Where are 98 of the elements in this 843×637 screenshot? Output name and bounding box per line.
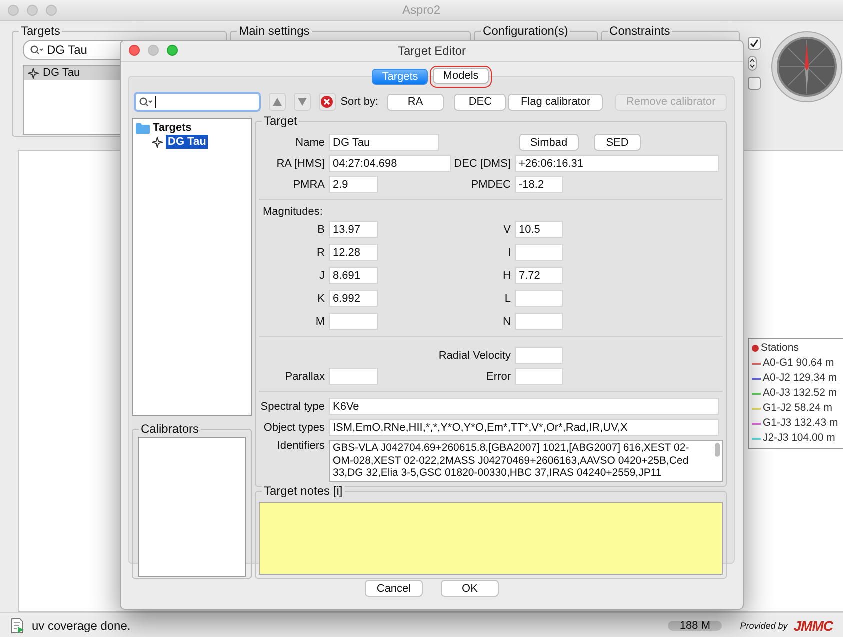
- field-label: DEC [DMS]: [453, 158, 512, 170]
- text-field[interactable]: [515, 313, 563, 330]
- logo[interactable]: JMMC: [794, 618, 833, 634]
- text-field[interactable]: [329, 368, 378, 385]
- provided-by-text: Provided by: [740, 620, 788, 630]
- legend-label: G1-J3 132.43 m: [763, 416, 838, 431]
- panel-title: Target notes [i]: [262, 484, 345, 498]
- legend-title: Stations: [761, 341, 799, 356]
- notes-field[interactable]: [259, 502, 723, 575]
- field-label: J: [318, 270, 326, 282]
- section-label: Magnitudes:: [262, 206, 324, 218]
- zoom-button[interactable]: [46, 5, 57, 16]
- panel-title: Target: [262, 114, 300, 128]
- field-label: L: [504, 292, 512, 304]
- field-label: H: [502, 270, 512, 282]
- panel-title: Targets: [19, 24, 62, 38]
- field-label: Object types: [262, 422, 326, 434]
- text-field[interactable]: 6.992: [329, 290, 378, 307]
- minimize-button[interactable]: [148, 45, 159, 56]
- field-label: Spectral type: [260, 400, 326, 412]
- down-triangle-icon: [296, 97, 308, 107]
- search-field[interactable]: [134, 92, 261, 112]
- close-circle-icon: [321, 96, 334, 108]
- lookup-button[interactable]: Simbad: [519, 134, 579, 151]
- document-icon: [10, 618, 26, 634]
- status-message: uv coverage done.: [32, 618, 131, 632]
- panel-title: Main settings: [237, 24, 312, 38]
- text-field[interactable]: K6Ve: [329, 398, 719, 415]
- text-field[interactable]: [515, 368, 563, 385]
- text-field[interactable]: +26:06:16.31: [515, 155, 719, 172]
- move-down-button[interactable]: [294, 93, 311, 111]
- text-field[interactable]: 10.5: [515, 221, 563, 238]
- legend-label: A0-J3 132.52 m: [763, 386, 838, 401]
- text-field[interactable]: 7.72: [515, 267, 563, 284]
- legend-label: G1-J2 58.24 m: [763, 401, 832, 416]
- text-field[interactable]: 13.97: [329, 221, 378, 238]
- text-field[interactable]: 2.9: [329, 176, 378, 193]
- panel-title: Configuration(s): [481, 24, 570, 38]
- text-field[interactable]: -18.2: [515, 176, 563, 193]
- field-label: V: [502, 224, 512, 236]
- tree-item[interactable]: Targets: [153, 121, 192, 135]
- field-label: Radial Velocity: [438, 350, 512, 362]
- spinner-icon[interactable]: [748, 56, 757, 71]
- close-button[interactable]: [129, 45, 140, 56]
- legend-label: A0-J2 129.34 m: [763, 371, 838, 386]
- field-label: B: [316, 224, 326, 236]
- text-field[interactable]: [515, 244, 563, 261]
- search-icon: [30, 45, 44, 55]
- up-triangle-icon: [272, 97, 283, 107]
- dialog-button[interactable]: OK: [441, 580, 499, 597]
- search-icon: [139, 97, 153, 107]
- dialog-title: Target Editor: [398, 44, 466, 58]
- tree-item[interactable]: DG Tau: [166, 135, 208, 149]
- checkbox[interactable]: [748, 37, 761, 50]
- text-field[interactable]: ISM,EmO,RNe,HII,*,*,Y*O,Y*O,Em*,TT*,V*,Or*,Rad,IR,UV,X: [329, 419, 719, 436]
- toolbar-button[interactable]: Flag calibrator: [508, 94, 604, 110]
- field-label: Parallax: [284, 370, 326, 382]
- field-label: Error: [486, 370, 512, 382]
- star-icon: [28, 68, 39, 78]
- field-label: PMRA: [292, 178, 326, 190]
- text-field[interactable]: DG Tau: [329, 134, 439, 151]
- tab[interactable]: Models: [433, 68, 489, 84]
- checkbox[interactable]: [748, 77, 761, 90]
- text-field[interactable]: [515, 347, 563, 364]
- move-up-button[interactable]: [268, 93, 286, 111]
- text-field[interactable]: [329, 313, 378, 330]
- lookup-button[interactable]: SED: [594, 134, 641, 151]
- sort-label: Sort by:: [340, 96, 379, 108]
- legend-label: J2-J3 104.00 m: [763, 431, 836, 446]
- star-icon: [152, 136, 163, 148]
- toolbar-button[interactable]: DEC: [454, 94, 506, 110]
- field-label: RA [HMS]: [276, 158, 326, 170]
- station-dot-icon: [752, 345, 759, 352]
- memory-bar[interactable]: 188 M: [668, 620, 722, 630]
- field-label: M: [314, 316, 326, 328]
- toolbar-button[interactable]: RA: [386, 94, 444, 110]
- field-label: I: [506, 246, 512, 258]
- text-field[interactable]: 8.691: [329, 267, 378, 284]
- text-field[interactable]: [515, 290, 563, 307]
- dialog-button[interactable]: Cancel: [365, 580, 423, 597]
- identifiers-field[interactable]: GBS-VLA J042704.69+260615.8,[GBA2007] 1021,[ABG2007] 616,XEST 02-OM-028,XEST 02-022,2MASS J04270469+2606163,AAVSO 0420+25B,Ced 33,DG 32,Elia 3-5,GSC 01820-00330,HBC 37,IRAS 04240+2559,JP11: [329, 440, 723, 482]
- panel-title: Calibrators: [139, 422, 202, 436]
- field-label: Name: [294, 136, 326, 148]
- minimize-button[interactable]: [27, 5, 38, 16]
- folder-icon: [136, 122, 150, 134]
- text-field[interactable]: 04:27:04.698: [329, 155, 451, 172]
- legend-label: A0-G1 90.64 m: [763, 356, 834, 371]
- panel-title: Constraints: [608, 24, 672, 38]
- delete-button[interactable]: [318, 93, 336, 111]
- zoom-button[interactable]: [167, 45, 178, 56]
- field-label: K: [316, 292, 326, 304]
- close-button[interactable]: [8, 5, 19, 16]
- field-label: R: [316, 246, 326, 258]
- field-label: PMDEC: [470, 178, 512, 190]
- field-label: Identifiers: [276, 440, 326, 452]
- window-title: Aspro2: [402, 3, 441, 17]
- text-field[interactable]: 12.28: [329, 244, 378, 261]
- field-label: N: [502, 316, 512, 328]
